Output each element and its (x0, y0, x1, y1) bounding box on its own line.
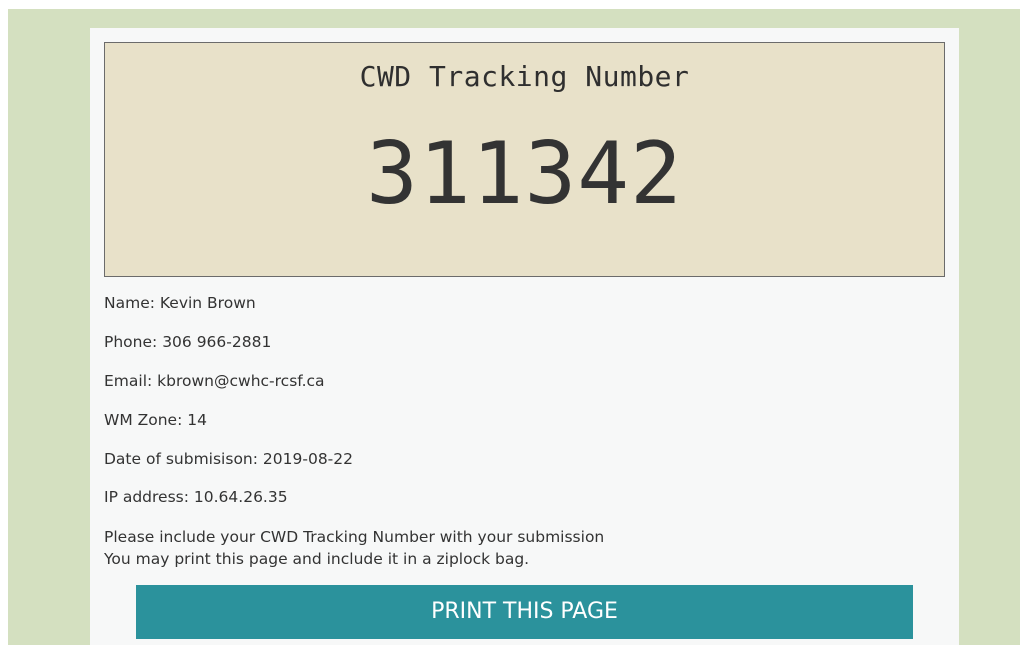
note-line-1: Please include your CWD Tracking Number … (104, 528, 605, 546)
print-page-button[interactable]: PRINT THIS PAGE (136, 585, 913, 639)
date-line: Date of submisison: 2019-08-22 (104, 450, 353, 468)
zone-label: WM Zone: (104, 411, 183, 429)
submission-note: Please include your CWD Tracking Number … (104, 526, 604, 570)
email-line: Email: kbrown@cwhc-rcsf.ca (104, 372, 325, 390)
tracking-number: 311342 (366, 124, 683, 224)
name-value: Kevin Brown (159, 294, 256, 312)
email-value: kbrown@cwhc-rcsf.ca (157, 372, 325, 390)
name-line: Name: Kevin Brown (104, 294, 256, 312)
note-line-2: You may print this page and include it i… (104, 550, 530, 568)
ip-label: IP address: (104, 488, 189, 506)
tracking-title: CWD Tracking Number (359, 60, 690, 93)
zone-line: WM Zone: 14 (104, 411, 207, 429)
ip-value: 10.64.26.35 (193, 488, 288, 506)
date-label: Date of submisison: (104, 450, 258, 468)
zone-value: 14 (187, 411, 207, 429)
phone-label: Phone: (104, 333, 158, 351)
tracking-number-box: CWD Tracking Number 311342 (104, 42, 945, 277)
phone-line: Phone: 306 966-2881 (104, 333, 271, 351)
ip-line: IP address: 10.64.26.35 (104, 488, 288, 506)
phone-value: 306 966-2881 (162, 333, 272, 351)
name-label: Name: (104, 294, 155, 312)
content-card: CWD Tracking Number 311342 Name: Kevin Br… (90, 28, 959, 645)
email-label: Email: (104, 372, 153, 390)
date-value: 2019-08-22 (262, 450, 354, 468)
